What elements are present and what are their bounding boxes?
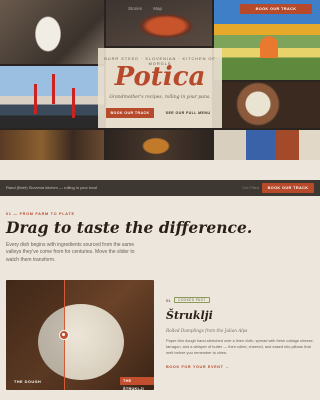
sticky-bar: Rand (Brief) Slovenia kitchen — rolling …	[0, 180, 320, 196]
photo-dough-stretching	[0, 0, 104, 64]
section-title: Drag to taste the difference.	[6, 218, 253, 237]
hero-title: Potica	[114, 62, 206, 92]
photo-table-spread	[0, 130, 104, 160]
hero-panel: BURR STEED · SLOVENIAN · KITCHEN OF MORG…	[98, 48, 222, 128]
photo-salad-bowl	[214, 82, 320, 128]
bar-link[interactable]: Get Filled	[242, 185, 259, 190]
slider-before-overlay	[6, 280, 64, 390]
section-kicker: 01 — FROM FARM TO PLATE	[6, 212, 75, 216]
hero-collage: Stories Map BOOK OUR TRACK BURR STEED · …	[0, 0, 320, 160]
photo-harbor-town	[0, 66, 104, 128]
top-nav: Stories Map	[128, 6, 172, 11]
photo-people-eating	[214, 130, 320, 160]
dish-subtitle: Rolled Dumplings from the Julian Alps	[166, 328, 248, 333]
section-lead: Every dish begins with ingredients sourc…	[6, 242, 135, 263]
bar-text: Rand (Brief) Slovenia kitchen — rolling …	[6, 185, 98, 190]
before-after-slider[interactable]: THE DOUGH THE ŠTRUKLJI	[6, 280, 154, 390]
dish-badge: COOKED PAST	[174, 297, 210, 303]
hero-book-button[interactable]: BOOK OUR TRACK	[106, 108, 154, 118]
nav-item-map[interactable]: Map	[153, 6, 162, 11]
hero-menu-button[interactable]: SEE OUR FULL MENU	[160, 108, 216, 118]
dish-description: Paper-thin dough hand-stretched over a l…	[166, 338, 314, 355]
photo-pan-dish	[106, 130, 212, 160]
dish-book-link[interactable]: BOOK FOR YOUR EVENT →	[166, 365, 230, 369]
dish-title: Štruklji	[166, 309, 213, 322]
nav-item-stories[interactable]: Stories	[128, 6, 142, 11]
slider-after-label: THE ŠTRUKLJI	[120, 377, 154, 390]
hero-subtitle: Grandmother's recipes, rolling in your p…	[109, 95, 211, 100]
slider-handle[interactable]	[59, 330, 69, 340]
dish-number: 01	[166, 298, 171, 303]
slider-before-label: THE DOUGH	[14, 380, 42, 384]
bar-book-button[interactable]: BOOK OUR TRACK	[262, 183, 314, 193]
nav-book-button[interactable]: BOOK OUR TRACK	[240, 4, 312, 14]
